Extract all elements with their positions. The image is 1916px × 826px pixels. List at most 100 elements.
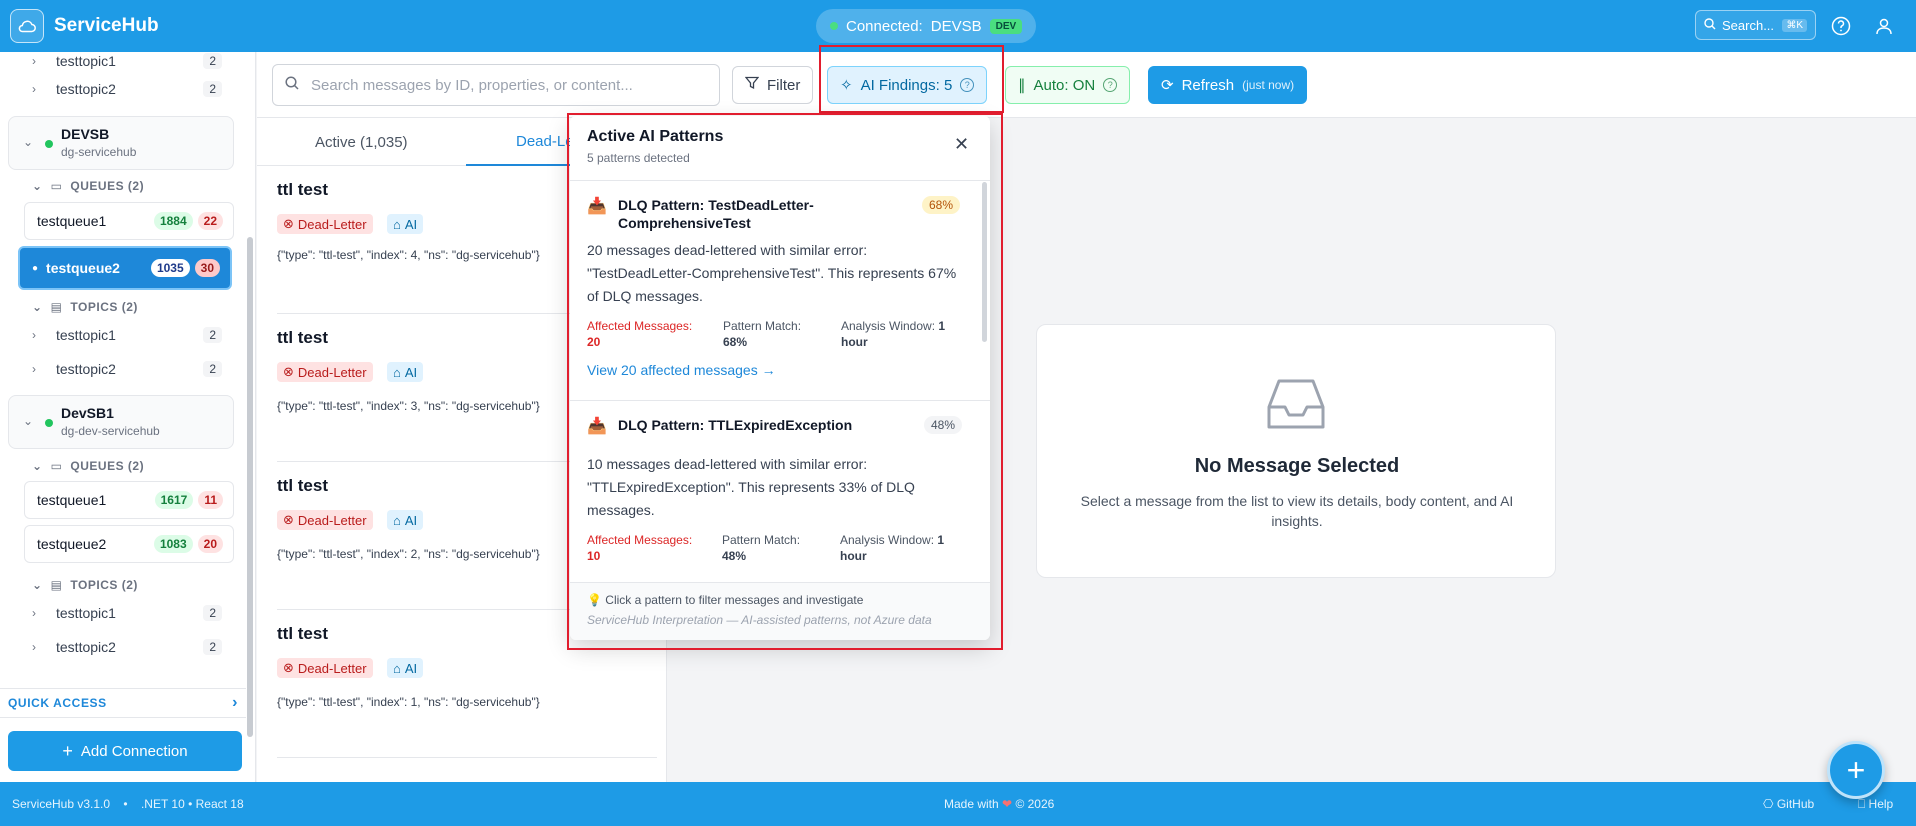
queue-name: testqueue2 — [46, 260, 120, 276]
robot-icon: ⌂ — [393, 512, 401, 528]
cloud-icon — [10, 9, 44, 43]
sidebar-topic-item[interactable]: › testtopic1 2 — [32, 318, 222, 352]
tab-active[interactable]: Active (1,035) — [315, 118, 408, 166]
sidebar-tree: › testtopic1 2 › testtopic2 2 ⌄ DEVSB dg… — [0, 52, 246, 682]
user-icon[interactable] — [1871, 13, 1897, 39]
topic-count: 2 — [203, 81, 222, 97]
inbox-icon: ▭ — [50, 179, 63, 193]
topics-section-header[interactable]: ⌄ ▤ TOPICS (2) — [32, 295, 138, 319]
x-circle-icon: ⊗ — [283, 660, 294, 675]
refresh-icon: ⟳ — [1161, 77, 1174, 94]
ai-badge: ⌂ AI — [387, 362, 424, 382]
chevron-right-icon: › — [32, 82, 36, 96]
connection-status[interactable]: Connected: DEVSB DEV — [816, 9, 1037, 43]
highlight-box — [819, 45, 1004, 113]
section-title: QUEUES (2) — [70, 459, 145, 473]
app-footer: ServiceHub v3.1.0 • .NET 10 • React 18 M… — [0, 782, 1916, 826]
namespace-card-devsb1[interactable]: ⌄ DevSB1 dg-dev-servicehub — [8, 395, 234, 449]
deadletter-count-badge: 30 — [194, 259, 220, 277]
namespace-card-devsb[interactable]: ⌄ DEVSB dg-servicehub — [8, 116, 234, 170]
topic-count: 2 — [203, 327, 222, 343]
topic-name: testtopic1 — [56, 53, 116, 69]
queues-section-header[interactable]: ⌄ ▭ QUEUES (2) — [32, 454, 144, 478]
add-connection-label: Add Connection — [80, 742, 188, 760]
active-count-badge: 1884 — [153, 212, 193, 230]
sidebar-topic-item[interactable]: › testtopic1 2 — [32, 596, 222, 630]
status-label: Dead-Letter — [297, 512, 367, 528]
made-with-label: Made with — [944, 797, 999, 811]
message-search-input[interactable]: Search messages by ID, properties, or co… — [272, 64, 720, 106]
topic-name: testtopic1 — [56, 327, 116, 343]
deadletter-badge: ⊗ Dead-Letter — [277, 362, 373, 382]
quick-access-toggle[interactable]: QUICK ACCESS › — [0, 688, 246, 718]
app-logo[interactable]: ServiceHub — [10, 9, 159, 43]
sidebar-topic-item[interactable]: › testtopic2 2 — [32, 352, 222, 386]
namespace-name: DEVSB — [61, 126, 110, 142]
refresh-button[interactable]: ⟳ Refresh (just now) — [1148, 66, 1308, 104]
chevron-down-icon: ⌄ — [32, 300, 43, 314]
github-label: GitHub — [1776, 797, 1815, 811]
status-dot — [830, 22, 838, 30]
message-body-preview: {"type": "ttl-test", "index": 2, "ns": "… — [277, 547, 540, 561]
github-icon: ⎔ — [1763, 797, 1774, 811]
search-label: Search... — [1722, 17, 1775, 33]
chevron-down-icon: ⌄ — [32, 179, 43, 193]
queue-name: testqueue2 — [37, 536, 107, 552]
queue-item[interactable]: testqueue1 1617 11 — [24, 481, 234, 519]
status-label: Dead-Letter — [297, 364, 367, 380]
topics-section-header[interactable]: ⌄ ▤ TOPICS (2) — [32, 573, 138, 597]
refresh-time: (just now) — [1242, 78, 1295, 92]
github-link[interactable]: ⎔ GitHub — [1763, 797, 1814, 811]
connection-name: DEVSB — [930, 17, 982, 35]
namespace-host: dg-servicehub — [61, 145, 137, 159]
section-title: QUEUES (2) — [70, 179, 145, 193]
topic-count: 2 — [203, 361, 222, 377]
help-icon[interactable] — [1828, 13, 1854, 39]
message-title: ttl test — [277, 328, 328, 347]
book-icon: ⎕ — [1858, 797, 1866, 811]
section-title: TOPICS (2) — [70, 300, 138, 314]
robot-icon: ⌂ — [393, 216, 401, 232]
refresh-label: Refresh — [1181, 76, 1235, 94]
version-label: ServiceHub v3.1.0 — [12, 797, 111, 811]
filter-button[interactable]: Filter — [732, 66, 814, 104]
deadletter-count-badge: 20 — [197, 535, 223, 553]
queues-section-header[interactable]: ⌄ ▭ QUEUES (2) — [32, 174, 144, 198]
plus-icon: + — [62, 740, 73, 761]
fab-add-button[interactable]: + — [1827, 741, 1885, 799]
x-circle-icon: ⊗ — [283, 216, 294, 231]
highlight-box — [567, 113, 1003, 650]
chevron-down-icon: ⌄ — [32, 459, 43, 473]
pause-icon: ∥ — [1018, 77, 1026, 94]
section-title: TOPICS (2) — [70, 578, 138, 592]
message-title: ttl test — [277, 476, 328, 495]
message-body-preview: {"type": "ttl-test", "index": 1, "ns": "… — [277, 695, 540, 709]
sidebar-topic-item[interactable]: › testtopic2 2 — [32, 72, 222, 106]
connection-label: Connected: — [846, 17, 923, 35]
queue-item[interactable]: testqueue1 1884 22 — [24, 202, 234, 240]
global-search-button[interactable]: Search... ⌘K — [1695, 10, 1816, 40]
quick-access-label: QUICK ACCESS — [8, 696, 107, 710]
auto-refresh-toggle[interactable]: ∥ Auto: ON ? — [1005, 66, 1131, 104]
empty-state-description: Select a message from the list to view i… — [1080, 493, 1514, 529]
help-link[interactable]: ⎕ Help — [1858, 797, 1893, 812]
namespace-name: DevSB1 — [61, 405, 114, 421]
deadletter-count-badge: 22 — [197, 212, 223, 230]
chevron-right-icon: › — [32, 328, 36, 342]
sidebar-scrollbar[interactable] — [247, 237, 253, 737]
status-label: Dead-Letter — [297, 216, 367, 232]
queue-item-selected[interactable]: ● testqueue2 1035 30 — [18, 246, 232, 290]
sidebar-topic-item[interactable]: › testtopic2 2 — [32, 630, 222, 664]
active-count-badge: 1083 — [153, 535, 193, 553]
selected-dot: ● — [32, 262, 39, 274]
add-connection-button[interactable]: + Add Connection — [8, 731, 242, 771]
topic-name: testtopic2 — [56, 361, 116, 377]
ai-label: AI — [404, 660, 418, 676]
queue-item[interactable]: testqueue2 1083 20 — [24, 525, 234, 563]
robot-icon: ⌂ — [393, 660, 401, 676]
message-toolbar: Search messages by ID, properties, or co… — [257, 52, 1916, 118]
topic-name: testtopic1 — [56, 605, 116, 621]
chevron-down-icon: ⌄ — [23, 414, 34, 428]
topic-count: 2 — [203, 53, 222, 69]
queue-name: testqueue1 — [37, 492, 107, 508]
